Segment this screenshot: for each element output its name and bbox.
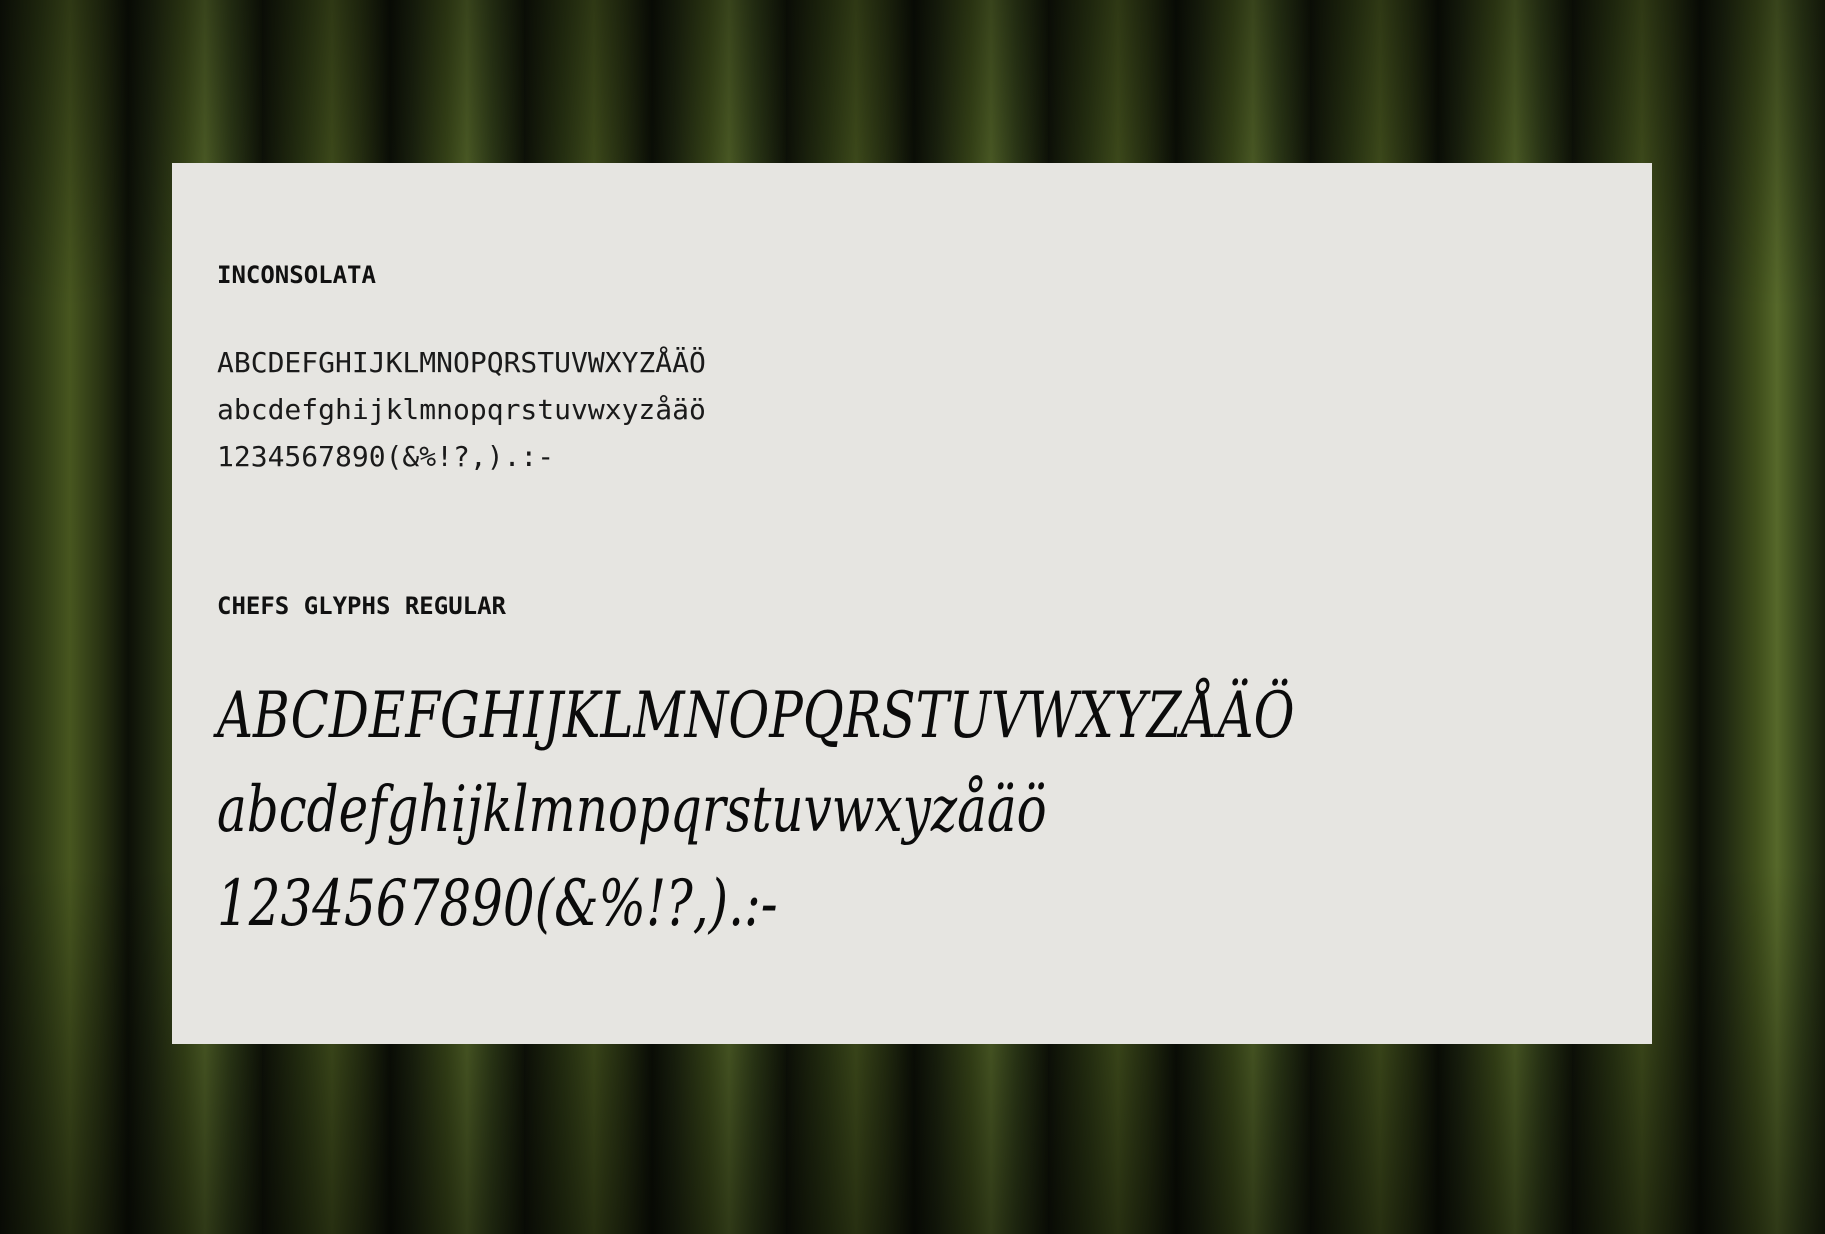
inconsolata-sample: ABCDEFGHIJKLMNOPQRSTUVWXYZÅÄÖ abcdefghij…	[217, 339, 706, 480]
chefs-glyphs-lowercase-line: abcdefghijklmnopqrstuvwxyzåäö	[217, 773, 1047, 847]
inconsolata-lowercase-line: abcdefghijklmnopqrstuvwxyzåäö	[217, 393, 706, 426]
chefs-glyphs-sample: ABCDEFGHIJKLMNOPQRSTUVWXYZÅÄÖ abcdefghij…	[217, 669, 1294, 951]
font-specimen-card: INCONSOLATA ABCDEFGHIJKLMNOPQRSTUVWXYZÅÄ…	[172, 163, 1652, 1044]
inconsolata-uppercase-line: ABCDEFGHIJKLMNOPQRSTUVWXYZÅÄÖ	[217, 346, 706, 379]
chefs-glyphs-numerals-line: 1234567890(&%!?,).:-	[217, 867, 778, 941]
chefs-glyphs-uppercase-line: ABCDEFGHIJKLMNOPQRSTUVWXYZÅÄÖ	[217, 679, 1295, 753]
chefs-glyphs-title: CHEFS GLYPHS REGULAR	[217, 592, 506, 620]
inconsolata-numerals-line: 1234567890(&%!?,).:-	[217, 440, 555, 473]
inconsolata-title: INCONSOLATA	[217, 261, 376, 289]
